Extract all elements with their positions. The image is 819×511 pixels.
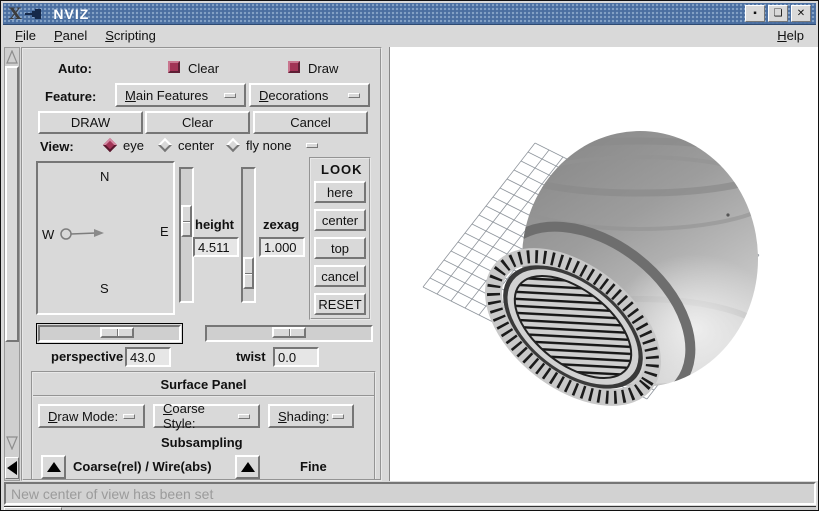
- look-cancel-button[interactable]: cancel: [314, 265, 366, 287]
- fine-increment-button[interactable]: [235, 455, 260, 479]
- scrollbar-thumb[interactable]: [5, 66, 19, 342]
- perspective-slider[interactable]: [38, 325, 181, 342]
- x11-app-icon: X: [9, 5, 21, 23]
- cancel-button[interactable]: Cancel: [253, 111, 368, 134]
- surface-panel-section: Surface Panel Draw Mode: Coarse Style: S…: [31, 371, 376, 481]
- control-panel: Auto: Clear Draw Feature: Main Features …: [21, 47, 382, 481]
- arrow-up-icon: [241, 462, 255, 472]
- fly-menu-indicator-icon[interactable]: [306, 143, 318, 148]
- look-title: LOOK: [321, 162, 363, 177]
- surface-object: [462, 131, 780, 439]
- clear-button[interactable]: Clear: [145, 111, 250, 134]
- look-here-button[interactable]: here: [314, 181, 366, 203]
- maximize-button[interactable]: ❏: [768, 5, 788, 22]
- height-entry[interactable]: 4.511: [193, 237, 239, 257]
- scroll-up-icon[interactable]: [6, 50, 18, 64]
- auto-clear-label: Clear: [188, 61, 219, 76]
- scroll-left-icon: [7, 461, 17, 475]
- perspective-slider-focus-ring: [36, 323, 183, 344]
- panel-vertical-scrollbar[interactable]: [4, 47, 20, 481]
- view-eye-radio[interactable]: [103, 138, 117, 152]
- twist-slider[interactable]: [205, 325, 373, 342]
- height-slider-handle[interactable]: [181, 205, 192, 237]
- shading-menubutton[interactable]: Shading:: [268, 404, 354, 428]
- look-reset-button[interactable]: RESET: [314, 293, 366, 315]
- menu-help[interactable]: Help: [777, 28, 804, 43]
- pin-icon[interactable]: [25, 7, 43, 21]
- draw-button[interactable]: DRAW: [38, 111, 143, 134]
- menu-panel[interactable]: Panel: [54, 28, 87, 43]
- twist-label: twist: [236, 349, 266, 364]
- view-center-label: center: [178, 138, 214, 153]
- zexag-slider[interactable]: [241, 167, 256, 303]
- menu-scripting[interactable]: Scripting: [105, 28, 156, 43]
- 3d-viewport[interactable]: [389, 47, 818, 481]
- decorations-menubutton[interactable]: Decorations: [249, 83, 370, 107]
- fine-label: Fine: [300, 459, 327, 474]
- auto-label: Auto:: [58, 61, 92, 76]
- view-eye-label: eye: [123, 138, 144, 153]
- surface-panel-title: Surface Panel: [161, 377, 247, 392]
- menu-file[interactable]: File: [15, 28, 36, 43]
- look-top-button[interactable]: top: [314, 237, 366, 259]
- draw-mode-menubutton[interactable]: Draw Mode:: [38, 404, 145, 428]
- auto-clear-checkbox[interactable]: [168, 61, 180, 73]
- menu-indicator-icon: [238, 414, 250, 419]
- minimize-button[interactable]: ▪: [745, 5, 765, 22]
- scroll-left-button[interactable]: [5, 457, 19, 479]
- eye-position-compass[interactable]: N W E S: [36, 161, 175, 315]
- coarse-increment-button[interactable]: [41, 455, 66, 479]
- feature-label: Feature:: [45, 89, 96, 104]
- scroll-down-icon[interactable]: [6, 436, 18, 450]
- status-message: New center of view has been set: [11, 486, 213, 502]
- compass-east-label: E: [160, 224, 169, 239]
- bottom-scroll-strip[interactable]: [4, 506, 816, 511]
- title-bar[interactable]: X NVIZ ▪ ❏ ✕: [3, 3, 816, 25]
- menu-indicator-icon: [224, 93, 236, 98]
- height-slider[interactable]: [179, 167, 194, 303]
- zexag-entry[interactable]: 1.000: [259, 237, 305, 257]
- bottom-scroll-thumb[interactable]: [4, 507, 62, 511]
- coarse-style-menubutton[interactable]: Coarse Style:: [153, 404, 260, 428]
- zexag-slider-handle[interactable]: [243, 257, 254, 289]
- arrow-up-icon: [47, 462, 61, 472]
- perspective-label: perspective: [51, 349, 123, 364]
- nviz-window: X NVIZ ▪ ❏ ✕ File Panel Scripting Help: [0, 0, 819, 511]
- 3d-scene: [390, 47, 818, 481]
- compass-south-label: S: [100, 281, 109, 296]
- subsampling-label: Subsampling: [161, 435, 243, 450]
- surface-panel-header: Surface Panel: [33, 373, 374, 397]
- compass-west-label: W: [42, 227, 54, 242]
- view-fly-radio[interactable]: [226, 138, 240, 152]
- menu-indicator-icon: [332, 414, 344, 419]
- perspective-entry[interactable]: 43.0: [125, 347, 171, 367]
- compass-north-label: N: [100, 169, 109, 184]
- auto-draw-label: Draw: [308, 61, 338, 76]
- zexag-label: zexag: [263, 217, 299, 232]
- twist-slider-handle[interactable]: [272, 327, 306, 338]
- coarse-wire-label: Coarse(rel) / Wire(abs): [73, 459, 212, 474]
- look-group: LOOK here center top cancel RESET: [309, 157, 371, 320]
- view-center-radio[interactable]: [158, 138, 172, 152]
- view-fly-label: fly none: [246, 138, 292, 153]
- auto-draw-checkbox[interactable]: [288, 61, 300, 73]
- window-title: NVIZ: [53, 6, 89, 22]
- menu-indicator-icon: [348, 93, 360, 98]
- menu-bar: File Panel Scripting Help: [3, 25, 816, 46]
- perspective-slider-handle[interactable]: [100, 327, 134, 338]
- height-label: height: [195, 217, 234, 232]
- look-center-button[interactable]: center: [314, 209, 366, 231]
- close-button[interactable]: ✕: [791, 5, 811, 22]
- eye-position-marker[interactable]: [60, 226, 106, 242]
- main-features-menubutton[interactable]: Main Features: [115, 83, 246, 107]
- view-label: View:: [40, 139, 74, 154]
- status-bar: New center of view has been set: [4, 482, 816, 505]
- menu-indicator-icon: [123, 414, 135, 419]
- twist-entry[interactable]: 0.0: [273, 347, 319, 367]
